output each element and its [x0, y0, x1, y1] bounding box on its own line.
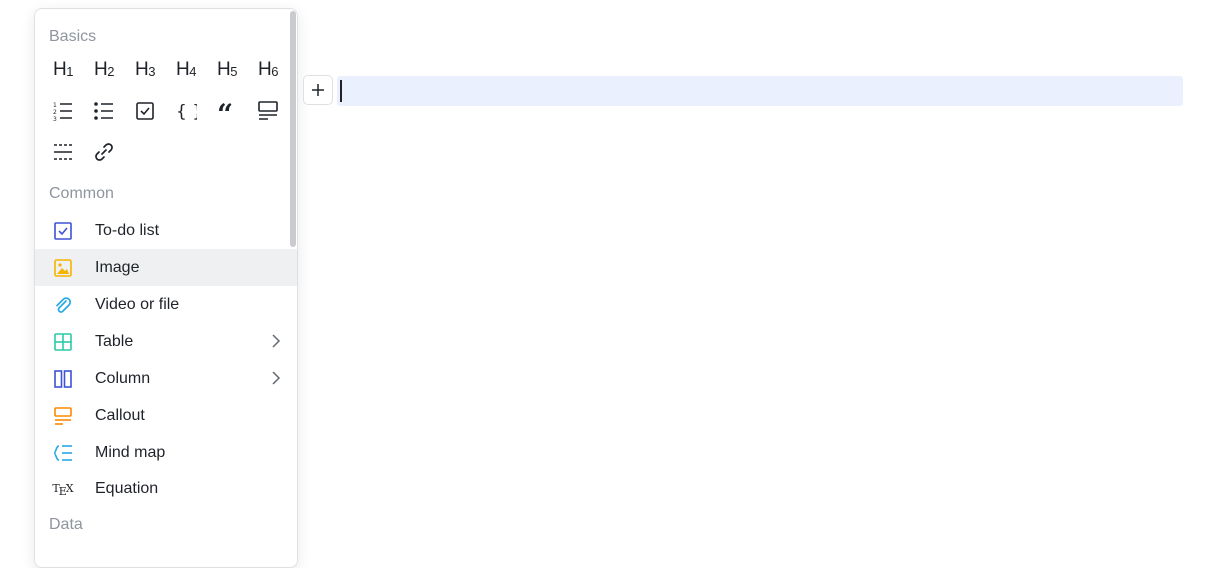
chevron-right-icon: [272, 371, 281, 385]
menu-item-mind-map[interactable]: Mind map: [35, 434, 297, 471]
todo-icon: [53, 221, 73, 241]
heading-3-icon: H3: [135, 59, 155, 80]
heading-2-icon: H2: [94, 59, 114, 80]
menu-item-image[interactable]: Image: [35, 249, 297, 286]
svg-text:3: 3: [53, 116, 57, 122]
text-caret: [340, 80, 342, 102]
section-title-common: Common: [49, 185, 114, 202]
heading-2-button[interactable]: H2: [87, 54, 121, 86]
callout-icon: [258, 101, 278, 120]
chevron-right-icon: [272, 334, 281, 348]
image-icon: [53, 258, 73, 278]
quote-button[interactable]: “: [210, 95, 244, 127]
table-icon: [53, 332, 73, 352]
quote-icon: “: [217, 100, 233, 122]
heading-4-button[interactable]: H4: [169, 54, 203, 86]
column-icon: [53, 369, 73, 389]
callout-basic-button[interactable]: [251, 95, 285, 127]
attachment-icon: [53, 295, 73, 315]
heading-6-icon: H6: [258, 59, 278, 80]
code-block-button[interactable]: { }: [169, 95, 203, 127]
ordered-list-button[interactable]: 1 2 3: [46, 95, 80, 127]
menu-item-video-or-file[interactable]: Video or file: [35, 286, 297, 323]
link-icon: [95, 143, 113, 161]
bullet-list-icon: [94, 102, 113, 120]
mindmap-icon: [53, 443, 73, 463]
add-block-button[interactable]: [303, 75, 333, 105]
heading-1-button[interactable]: H1: [46, 54, 80, 86]
section-title-data: Data: [49, 516, 83, 533]
heading-1-icon: H1: [53, 59, 73, 80]
bullet-list-button[interactable]: [87, 95, 121, 127]
tex-icon: TEX: [52, 482, 74, 498]
checkbox-icon: [136, 102, 154, 120]
callout-colored-icon: [53, 406, 73, 426]
menu-item-table[interactable]: Table: [35, 323, 297, 360]
heading-6-button[interactable]: H6: [251, 54, 285, 86]
plus-icon: [312, 84, 324, 96]
heading-5-icon: H5: [217, 59, 237, 80]
svg-text:“: “: [217, 100, 233, 122]
heading-3-button[interactable]: H3: [128, 54, 162, 86]
svg-text:{ }: { }: [176, 102, 197, 122]
menu-item-todo-list[interactable]: To-do list: [35, 212, 297, 249]
heading-4-icon: H4: [176, 59, 196, 80]
divider-icon: [54, 144, 72, 160]
heading-5-button[interactable]: H5: [210, 54, 244, 86]
svg-text:2: 2: [53, 109, 57, 116]
editor-empty-line[interactable]: [337, 76, 1183, 106]
block-insert-menu: Basics H1 H2 H3 H4 H5 H6 1 2 3 {“ Commo…: [34, 8, 298, 568]
menu-item-equation[interactable]: TEX Equation: [35, 470, 297, 507]
menu-item-callout[interactable]: Callout: [35, 397, 297, 434]
link-button[interactable]: [87, 136, 121, 168]
checkbox-button[interactable]: [128, 95, 162, 127]
menu-item-column[interactable]: Column: [35, 360, 297, 397]
ordered-list-icon: 1 2 3: [53, 102, 72, 122]
code-block-icon: { }: [176, 102, 197, 122]
section-title-basics: Basics: [49, 28, 97, 45]
svg-text:1: 1: [53, 102, 57, 109]
divider-button[interactable]: [46, 136, 80, 168]
